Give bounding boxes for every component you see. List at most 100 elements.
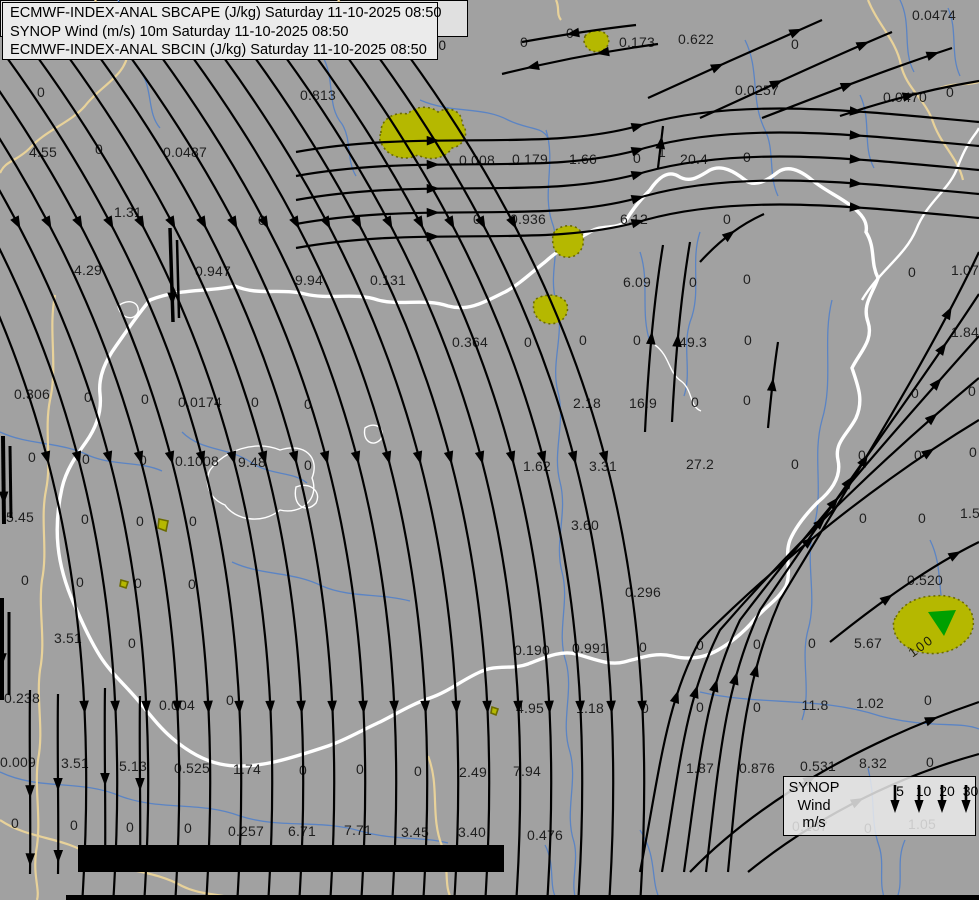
streamline xyxy=(0,315,88,900)
flow-arrowhead xyxy=(444,215,455,230)
flow-arrowhead xyxy=(536,450,547,465)
streamline xyxy=(295,179,979,226)
flow-arrowhead xyxy=(257,450,268,465)
flow-arrowhead xyxy=(506,215,517,230)
streamline xyxy=(35,54,274,900)
flow-arrowhead xyxy=(921,448,935,460)
flow-arrowhead xyxy=(482,700,492,714)
flow-arrowhead xyxy=(110,700,120,714)
flow-arrowhead xyxy=(164,450,175,465)
title-line-sbcape: ECMWF-INDEX-ANAL SBCAPE (J/kg) Saturday … xyxy=(10,5,442,21)
streamline xyxy=(175,239,181,319)
dense-streamline-band xyxy=(78,845,504,872)
flow-arrowhead xyxy=(646,331,656,345)
flow-arrowhead xyxy=(426,207,440,218)
flow-arrowhead xyxy=(319,450,330,465)
title-line-sbcin: ECMWF-INDEX-ANAL SBCIN (J/kg) Saturday 1… xyxy=(10,42,427,59)
flow-arrowhead xyxy=(25,785,35,799)
flow-arrowhead xyxy=(265,700,275,714)
flow-arrowhead xyxy=(234,700,244,714)
flow-arrowhead xyxy=(196,215,207,230)
flow-arrowhead xyxy=(443,450,454,465)
flow-arrowhead xyxy=(849,178,863,188)
flow-arrowhead xyxy=(103,215,114,230)
flow-arrowhead xyxy=(72,215,83,230)
flow-arrowhead xyxy=(849,202,863,212)
flow-arrowhead xyxy=(79,700,89,714)
streamline xyxy=(761,46,953,120)
flow-arrowhead xyxy=(203,700,213,714)
title-line-wind: SYNOP Wind (m/s) 10m Saturday 11-10-2025… xyxy=(10,23,349,40)
flow-arrowhead xyxy=(709,678,719,693)
streamline xyxy=(8,445,13,519)
streamline xyxy=(345,54,584,900)
streamline xyxy=(190,54,429,900)
flow-arrowhead xyxy=(381,450,392,465)
streamline xyxy=(0,189,150,900)
flow-arrowhead xyxy=(412,450,423,465)
flow-arrowhead xyxy=(475,215,486,230)
streamline xyxy=(283,54,522,900)
flow-arrowhead xyxy=(10,215,21,230)
flow-arrowhead xyxy=(451,700,461,714)
flow-arrowhead xyxy=(133,450,144,465)
streamline xyxy=(159,54,398,900)
flow-arrowhead xyxy=(689,685,699,699)
flow-arrowhead xyxy=(53,849,64,864)
streamline xyxy=(314,54,553,900)
flow-arrowhead xyxy=(769,80,783,90)
flow-arrowhead xyxy=(358,700,368,714)
wind-arrow-icon xyxy=(913,785,924,813)
streamline xyxy=(1,435,6,525)
flow-arrowhead xyxy=(505,450,516,465)
streamline xyxy=(829,541,979,643)
flow-arrowhead xyxy=(669,690,680,704)
flow-arrowhead xyxy=(71,450,82,465)
flow-arrowhead xyxy=(350,450,361,465)
flow-arrowhead xyxy=(526,60,540,70)
flow-arrowhead xyxy=(327,700,337,714)
streamline xyxy=(501,42,659,76)
flow-arrowhead xyxy=(40,450,51,465)
streamline xyxy=(28,689,32,875)
flow-arrowhead xyxy=(382,215,393,230)
flow-arrowhead xyxy=(849,154,863,164)
streamline xyxy=(295,155,979,202)
flow-arrowhead xyxy=(924,717,938,727)
flow-arrowhead xyxy=(172,700,182,714)
wind-legend-arrows: 510203050100 xyxy=(840,779,978,835)
flow-arrowhead xyxy=(100,772,110,786)
flow-arrowhead xyxy=(947,551,962,562)
flow-arrowhead xyxy=(41,215,52,230)
flow-arrowhead xyxy=(710,63,724,74)
flow-arrowhead xyxy=(420,700,430,714)
wind-streamlines-layer xyxy=(0,18,979,900)
flow-arrowhead xyxy=(474,450,485,465)
flow-arrowhead xyxy=(630,171,645,181)
streamline xyxy=(295,131,979,178)
flow-arrowhead xyxy=(901,92,916,102)
flow-arrowhead xyxy=(226,450,237,465)
streamlines xyxy=(0,18,979,900)
map-title-panel: ECMWF-INDEX-ANAL SBCAPE (J/kg) Saturday … xyxy=(2,2,442,60)
flow-arrowhead xyxy=(135,777,145,791)
flow-arrowhead xyxy=(227,215,238,230)
flow-arrowhead xyxy=(855,41,870,52)
wind-legend-item: 20 xyxy=(935,782,959,813)
wind-arrow-icon xyxy=(890,785,900,813)
flow-arrowhead xyxy=(941,306,952,321)
streamline xyxy=(670,241,692,423)
streamline xyxy=(699,212,765,263)
flow-arrowhead xyxy=(630,219,645,229)
flow-arrowhead xyxy=(426,159,440,170)
flow-arrowhead xyxy=(513,700,523,714)
flow-arrowhead xyxy=(134,215,145,230)
wind-arrow-icon xyxy=(937,785,947,813)
flow-arrowhead xyxy=(25,853,36,867)
streamline xyxy=(0,137,181,900)
flow-arrowhead xyxy=(544,700,554,714)
map-bottom-frame xyxy=(66,895,979,900)
wind-legend-title: SYNOP Wind m/s xyxy=(788,780,840,831)
streamline xyxy=(376,54,615,900)
flow-arrowhead xyxy=(637,700,647,714)
